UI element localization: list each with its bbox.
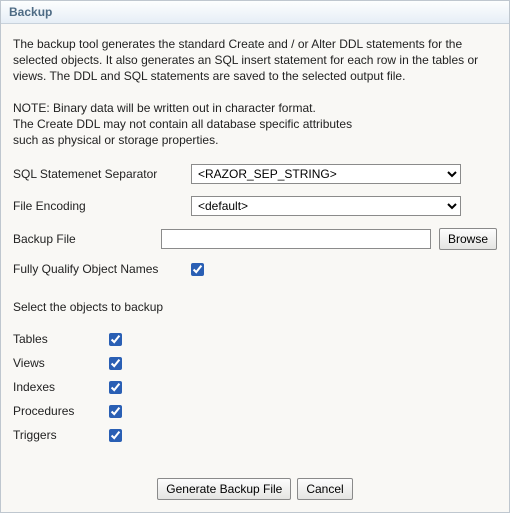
backup-file-input[interactable] (161, 229, 431, 249)
views-checkbox[interactable] (109, 357, 122, 370)
button-bar: Generate Backup File Cancel (13, 470, 497, 504)
tables-checkbox[interactable] (109, 333, 122, 346)
separator-row: SQL Statemenet Separator <RAZOR_SEP_STRI… (13, 164, 497, 184)
backup-file-row: Backup File Browse (13, 228, 497, 250)
encoding-select[interactable]: <default> (191, 196, 461, 216)
note-line-1: NOTE: Binary data will be written out in… (13, 101, 316, 115)
indexes-row: Indexes (13, 380, 497, 394)
qualify-label: Fully Qualify Object Names (13, 262, 191, 276)
qualify-checkbox[interactable] (191, 263, 204, 276)
encoding-label: File Encoding (13, 199, 191, 213)
triggers-checkbox[interactable] (109, 429, 122, 442)
select-objects-label: Select the objects to backup (13, 300, 497, 314)
backup-window: Backup The backup tool generates the sta… (0, 0, 510, 513)
note-text: NOTE: Binary data will be written out in… (13, 100, 497, 148)
window-titlebar: Backup (1, 1, 509, 24)
procedures-checkbox[interactable] (109, 405, 122, 418)
views-label: Views (13, 356, 109, 370)
generate-button[interactable]: Generate Backup File (157, 478, 291, 500)
triggers-label: Triggers (13, 428, 109, 442)
triggers-row: Triggers (13, 428, 497, 442)
backup-file-label: Backup File (13, 232, 161, 246)
description-text: The backup tool generates the standard C… (13, 36, 497, 84)
browse-button[interactable]: Browse (439, 228, 497, 250)
note-line-2: The Create DDL may not contain all datab… (13, 117, 352, 131)
tables-row: Tables (13, 332, 497, 346)
window-body: The backup tool generates the standard C… (1, 24, 509, 512)
encoding-row: File Encoding <default> (13, 196, 497, 216)
cancel-button[interactable]: Cancel (297, 478, 352, 500)
window-title: Backup (9, 5, 52, 19)
separator-label: SQL Statemenet Separator (13, 167, 191, 181)
procedures-label: Procedures (13, 404, 109, 418)
views-row: Views (13, 356, 497, 370)
indexes-label: Indexes (13, 380, 109, 394)
separator-select[interactable]: <RAZOR_SEP_STRING> (191, 164, 461, 184)
qualify-row: Fully Qualify Object Names (13, 262, 497, 276)
tables-label: Tables (13, 332, 109, 346)
procedures-row: Procedures (13, 404, 497, 418)
indexes-checkbox[interactable] (109, 381, 122, 394)
note-line-3: such as physical or storage properties. (13, 133, 218, 147)
